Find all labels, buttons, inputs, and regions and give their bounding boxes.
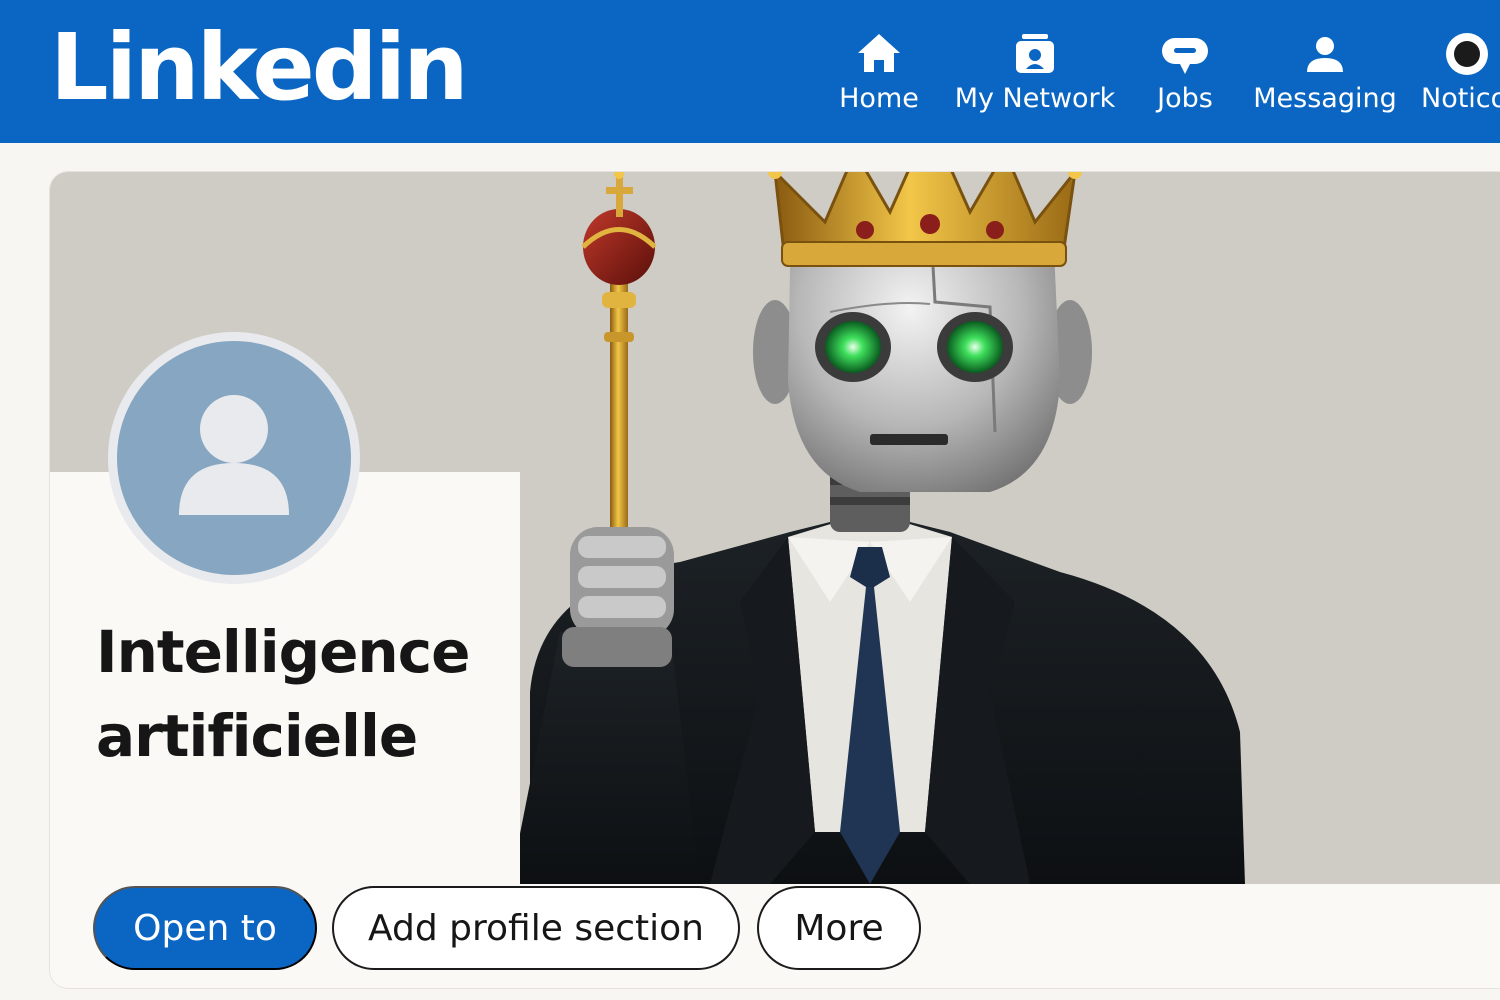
nav-item-jobs[interactable]: Jobs <box>1151 30 1219 114</box>
nav-label-home: Home <box>839 83 919 114</box>
nav-label-jobs: Jobs <box>1157 83 1213 114</box>
linkedin-logo[interactable]: Linkedin <box>50 22 469 114</box>
more-button[interactable]: More <box>757 886 921 970</box>
nav-item-notifications[interactable]: Notico <box>1421 30 1500 114</box>
top-navigation-bar: Linkedin Home My Network Jobs Messaging <box>0 0 1500 143</box>
nav-item-my-network[interactable]: My Network <box>952 30 1118 114</box>
home-icon <box>858 34 900 72</box>
profile-name-line-1: Intelligence <box>96 618 470 686</box>
jobs-icon <box>1162 38 1208 74</box>
profile-card: Intelligence artificielle Open to Add pr… <box>50 172 1500 988</box>
nav-label-notifications: Notico <box>1421 83 1500 114</box>
nav-item-messaging[interactable]: Messaging <box>1251 30 1399 114</box>
profile-name-line-2: artificielle <box>96 702 418 770</box>
profile-avatar[interactable] <box>108 332 360 584</box>
robot-king-illustration <box>510 172 1245 884</box>
network-icon <box>1016 34 1054 73</box>
open-to-button[interactable]: Open to <box>93 886 317 970</box>
messaging-icon <box>1307 37 1343 72</box>
notifications-icon <box>1446 33 1488 75</box>
nav-item-home[interactable]: Home <box>838 30 920 114</box>
default-avatar-icon <box>179 395 289 515</box>
nav-label-messaging: Messaging <box>1253 83 1397 114</box>
add-profile-section-button[interactable]: Add profile section <box>332 886 740 970</box>
profile-name: Intelligence artificielle <box>96 610 526 778</box>
nav-label-my-network: My Network <box>954 83 1116 114</box>
